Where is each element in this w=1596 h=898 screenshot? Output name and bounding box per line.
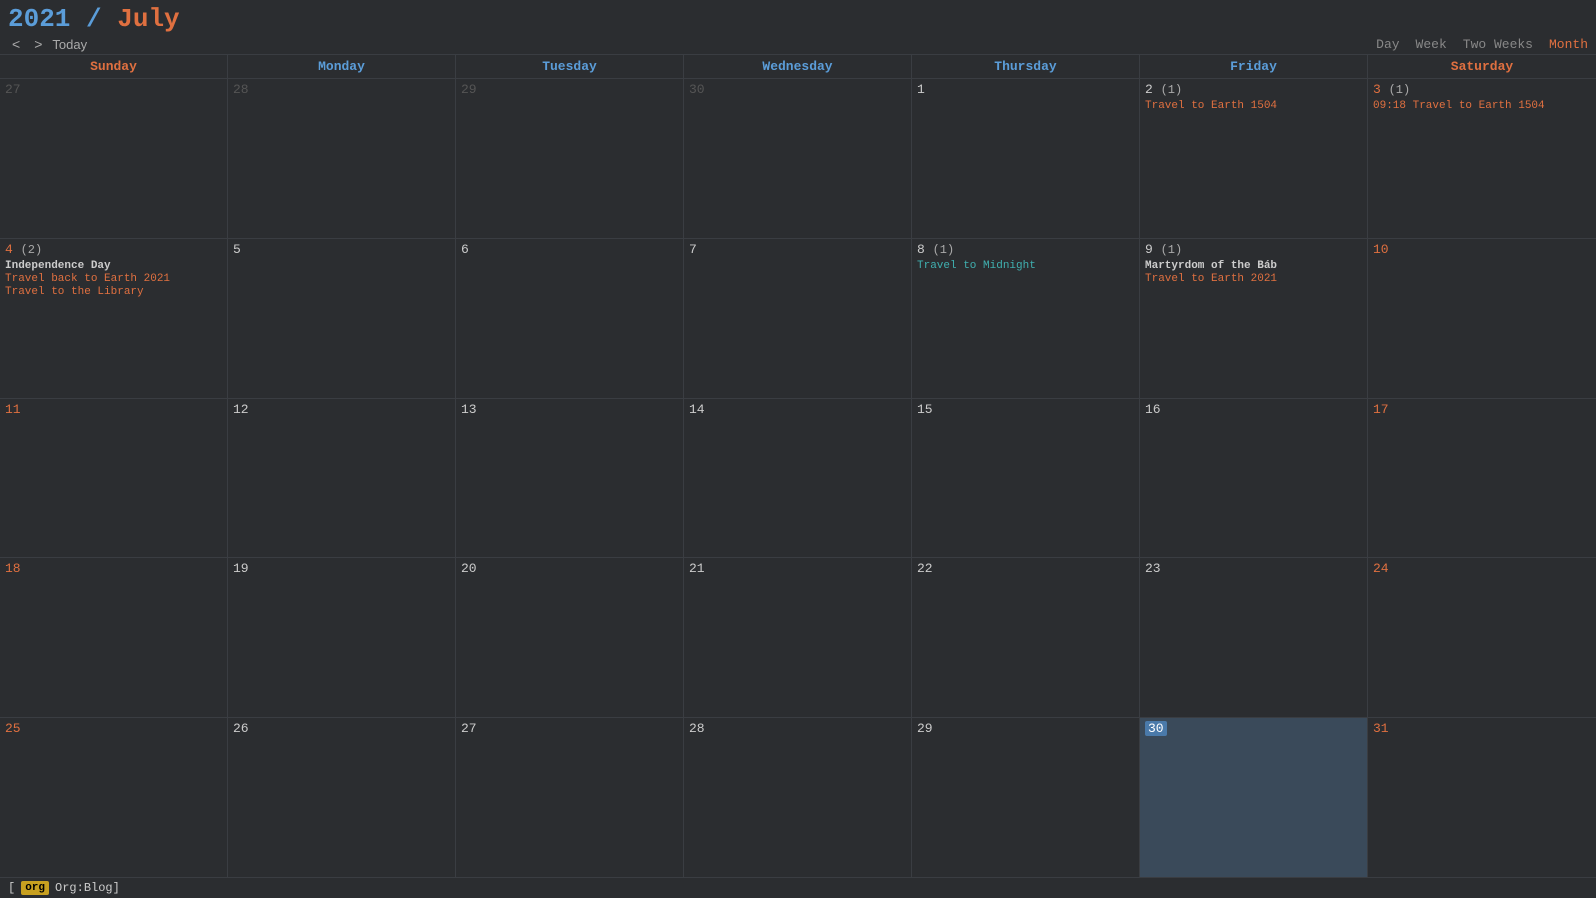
event-item[interactable]: Travel to Earth 2021 <box>1145 273 1362 285</box>
day-cell[interactable]: 31 <box>1368 718 1596 877</box>
event-item[interactable]: 09:18 Travel to Earth 1504 <box>1373 100 1591 112</box>
view-week[interactable]: Week <box>1416 37 1447 52</box>
view-month[interactable]: Month <box>1549 37 1588 52</box>
day-cell[interactable]: 7 <box>684 239 912 398</box>
day-cell[interactable]: 1 <box>912 79 1140 238</box>
header: 2021 / July < > Today Day Week Two Weeks… <box>0 0 1596 54</box>
app: 2021 / July < > Today Day Week Two Weeks… <box>0 0 1596 898</box>
event-item[interactable]: Travel to Midnight <box>917 260 1134 272</box>
header-sunday: Sunday <box>0 55 228 78</box>
today-button[interactable]: Today <box>52 37 87 52</box>
event-item[interactable]: Independence Day <box>5 260 222 272</box>
week-row: 27 28 29 30 1 2 (1) Travel to Earth 1504… <box>0 79 1596 239</box>
day-cell[interactable]: 25 <box>0 718 228 877</box>
header-friday: Friday <box>1140 55 1368 78</box>
nav-left: < > Today <box>8 36 87 52</box>
day-cell[interactable]: 11 <box>0 399 228 558</box>
header-thursday: Thursday <box>912 55 1140 78</box>
header-saturday: Saturday <box>1368 55 1596 78</box>
day-cell[interactable]: 19 <box>228 558 456 717</box>
day-cell[interactable]: 12 <box>228 399 456 558</box>
day-cell[interactable]: 24 <box>1368 558 1596 717</box>
day-cell-today[interactable]: 30 <box>1140 718 1368 877</box>
day-cell[interactable]: 8 (1) Travel to Midnight <box>912 239 1140 398</box>
day-headers: Sunday Monday Tuesday Wednesday Thursday… <box>0 55 1596 79</box>
next-button[interactable]: > <box>30 36 46 52</box>
day-cell[interactable]: 22 <box>912 558 1140 717</box>
day-cell[interactable]: 23 <box>1140 558 1368 717</box>
event-item[interactable]: Travel to Earth 1504 <box>1145 100 1362 112</box>
day-cell[interactable]: 29 <box>456 79 684 238</box>
day-cell[interactable]: 30 <box>684 79 912 238</box>
title-month: July <box>117 4 179 34</box>
bottom-bar: [ org Org:Blog] <box>0 877 1596 898</box>
week-row: 11 12 13 14 15 16 17 <box>0 399 1596 559</box>
day-cell[interactable]: 13 <box>456 399 684 558</box>
day-cell[interactable]: 21 <box>684 558 912 717</box>
day-cell[interactable]: 26 <box>228 718 456 877</box>
bottom-label: Org:Blog] <box>55 881 120 895</box>
calendar-title: 2021 / July <box>8 4 1588 34</box>
day-cell[interactable]: 5 <box>228 239 456 398</box>
day-cell[interactable]: 10 <box>1368 239 1596 398</box>
day-cell[interactable]: 29 <box>912 718 1140 877</box>
day-cell[interactable]: 28 <box>684 718 912 877</box>
day-cell[interactable]: 6 <box>456 239 684 398</box>
title-slash: / <box>86 4 117 34</box>
day-cell[interactable]: 17 <box>1368 399 1596 558</box>
calendar: Sunday Monday Tuesday Wednesday Thursday… <box>0 54 1596 877</box>
day-cell[interactable]: 4 (2) Independence Day Travel back to Ea… <box>0 239 228 398</box>
day-cell[interactable]: 2 (1) Travel to Earth 1504 <box>1140 79 1368 238</box>
day-cell[interactable]: 3 (1) 09:18 Travel to Earth 1504 <box>1368 79 1596 238</box>
event-item[interactable]: Travel to the Library <box>5 286 222 298</box>
day-cell[interactable]: 9 (1) Martyrdom of the Báb Travel to Ear… <box>1140 239 1368 398</box>
prev-button[interactable]: < <box>8 36 24 52</box>
day-cell[interactable]: 14 <box>684 399 912 558</box>
header-monday: Monday <box>228 55 456 78</box>
week-row: 4 (2) Independence Day Travel back to Ea… <box>0 239 1596 399</box>
nav-row: < > Today Day Week Two Weeks Month <box>8 36 1588 52</box>
bottom-tag: org <box>21 881 49 895</box>
view-two-weeks[interactable]: Two Weeks <box>1463 37 1533 52</box>
view-day[interactable]: Day <box>1376 37 1399 52</box>
day-cell[interactable]: 27 <box>0 79 228 238</box>
header-tuesday: Tuesday <box>456 55 684 78</box>
weeks: 27 28 29 30 1 2 (1) Travel to Earth 1504… <box>0 79 1596 877</box>
title-year: 2021 <box>8 4 70 34</box>
day-cell[interactable]: 15 <box>912 399 1140 558</box>
day-cell[interactable]: 27 <box>456 718 684 877</box>
week-row: 18 19 20 21 22 23 24 <box>0 558 1596 718</box>
day-cell[interactable]: 18 <box>0 558 228 717</box>
week-row: 25 26 27 28 29 30 31 <box>0 718 1596 877</box>
event-item[interactable]: Travel back to Earth 2021 <box>5 273 222 285</box>
event-item[interactable]: Martyrdom of the Báb <box>1145 260 1362 272</box>
day-cell[interactable]: 20 <box>456 558 684 717</box>
day-cell[interactable]: 16 <box>1140 399 1368 558</box>
view-switcher: Day Week Two Weeks Month <box>1376 37 1588 52</box>
header-wednesday: Wednesday <box>684 55 912 78</box>
day-cell[interactable]: 28 <box>228 79 456 238</box>
